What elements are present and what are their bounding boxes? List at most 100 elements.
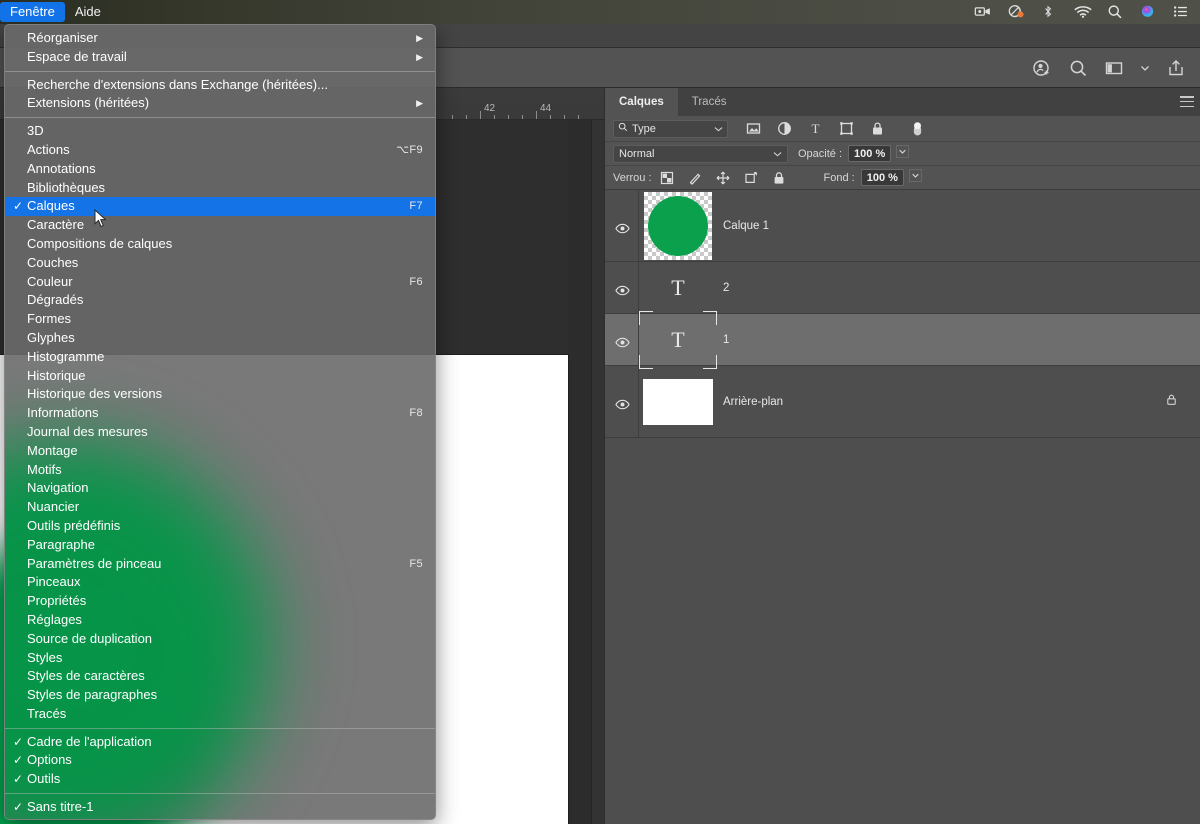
menu-item-3d[interactable]: 3D <box>5 122 435 141</box>
menu-item-actions[interactable]: Actions ⌥F9 <box>5 141 435 160</box>
menu-item-pinceaux[interactable]: Pinceaux <box>5 573 435 592</box>
table-row[interactable]: Calque 1 <box>605 190 1200 262</box>
layer-thumbnail[interactable]: T <box>639 259 717 317</box>
share-export-icon[interactable] <box>1166 58 1186 78</box>
menu-item-caractère[interactable]: Caractère <box>5 216 435 235</box>
type-layer-thumbnail: T <box>671 274 685 300</box>
menu-item-outils[interactable]: ✓ Outils <box>5 770 435 789</box>
layer-visibility-toggle[interactable] <box>605 314 639 365</box>
menu-item-historique[interactable]: Historique <box>5 367 435 386</box>
fill-value[interactable]: 100 % <box>860 169 904 186</box>
menu-item-calques[interactable]: ✓ Calques F7 <box>5 197 435 217</box>
siri-icon[interactable] <box>1139 4 1157 20</box>
table-row[interactable]: Arrière-plan <box>605 366 1200 438</box>
ruler-tick <box>452 115 453 119</box>
menu-item-espace-de-travail[interactable]: Espace de travail ▶ <box>5 48 435 67</box>
menu-item-compositions-de-calques[interactable]: Compositions de calques <box>5 235 435 254</box>
canvas-vertical-scrollbar[interactable] <box>591 120 604 824</box>
menu-item-paragraphe[interactable]: Paragraphe <box>5 536 435 555</box>
menu-item-histogramme[interactable]: Histogramme <box>5 348 435 367</box>
filter-enable-toggle[interactable] <box>911 121 926 136</box>
cleanmymac-icon[interactable] <box>1007 4 1025 20</box>
menu-item-journal-des-mesures[interactable]: Journal des mesures <box>5 423 435 442</box>
bluetooth-icon[interactable] <box>1040 4 1058 20</box>
lock-transparent-pixels-icon[interactable] <box>660 171 674 185</box>
menu-item-annotations[interactable]: Annotations <box>5 160 435 179</box>
add-person-icon[interactable] <box>1032 58 1052 78</box>
smart-object-filter-icon[interactable] <box>870 121 885 136</box>
menu-item-propriétés[interactable]: Propriétés <box>5 592 435 611</box>
opacity-chevron-down-icon[interactable] <box>896 144 910 163</box>
ruler-tick <box>578 115 579 119</box>
shape-layer-filter-icon[interactable] <box>839 121 854 136</box>
search-icon[interactable] <box>1068 58 1088 78</box>
menubar-item-aide[interactable]: Aide <box>65 2 111 22</box>
menu-item-formes[interactable]: Formes <box>5 310 435 329</box>
wifi-icon[interactable] <box>1073 4 1092 20</box>
tab-calques[interactable]: Calques <box>605 88 678 116</box>
layer-visibility-toggle[interactable] <box>605 190 639 261</box>
menu-item-sans-titre-1[interactable]: ✓ Sans titre-1 <box>5 798 435 817</box>
adjustment-layer-filter-icon[interactable] <box>777 121 792 136</box>
fill-chevron-down-icon[interactable] <box>908 168 922 187</box>
menu-item-label: Journal des mesures <box>27 423 148 439</box>
spotlight-search-icon[interactable] <box>1106 4 1124 20</box>
layer-thumbnail[interactable] <box>639 378 717 425</box>
table-row[interactable]: T 1 <box>605 310 1200 369</box>
menu-item-label: Couches <box>27 254 79 270</box>
table-row[interactable]: T 2 <box>605 262 1200 314</box>
workspace-layout-icon[interactable] <box>1104 58 1124 78</box>
hamburger-menu-icon[interactable] <box>1180 96 1194 107</box>
menu-item-informations[interactable]: Informations F8 <box>5 404 435 423</box>
layer-thumbnail[interactable]: T <box>639 310 717 369</box>
menu-item-paramètres-de-pinceau[interactable]: Paramètres de pinceau F5 <box>5 555 435 574</box>
layer-filter-row: Type T <box>605 116 1200 142</box>
filter-type-select[interactable]: Type <box>613 119 728 138</box>
submenu-arrow-icon: ▶ <box>416 33 423 43</box>
menu-item-couleur[interactable]: Couleur F6 <box>5 273 435 292</box>
menu-item-source-de-duplication[interactable]: Source de duplication <box>5 630 435 649</box>
menu-item-tracés[interactable]: Tracés <box>5 705 435 724</box>
menu-separator <box>5 727 435 729</box>
menu-item-styles-de-caractères[interactable]: Styles de caractères <box>5 667 435 686</box>
layer-name[interactable]: Arrière-plan <box>723 396 783 408</box>
screen-record-icon[interactable] <box>974 4 992 20</box>
opacity-value[interactable]: 100 % <box>848 145 892 162</box>
type-layer-filter-icon[interactable]: T <box>808 121 823 136</box>
lock-position-icon[interactable] <box>716 171 730 185</box>
lock-icon[interactable] <box>1165 393 1178 411</box>
lock-image-pixels-icon[interactable] <box>688 171 702 185</box>
menu-item-styles-de-paragraphes[interactable]: Styles de paragraphes <box>5 686 435 705</box>
menu-item-montage[interactable]: Montage <box>5 442 435 461</box>
menu-item-navigation[interactable]: Navigation <box>5 479 435 498</box>
menu-item-dégradés[interactable]: Dégradés <box>5 291 435 310</box>
menu-item-historique-des-versions[interactable]: Historique des versions <box>5 385 435 404</box>
menu-item-glyphes[interactable]: Glyphes <box>5 329 435 348</box>
control-center-icon[interactable] <box>1172 4 1190 20</box>
layer-name[interactable]: 2 <box>723 282 729 294</box>
menu-item-motifs[interactable]: Motifs <box>5 461 435 480</box>
tab-traces[interactable]: Tracés <box>677 88 741 116</box>
menu-item-bibliothèques[interactable]: Bibliothèques <box>5 179 435 198</box>
layer-thumbnail[interactable] <box>639 191 717 260</box>
layer-visibility-toggle[interactable] <box>605 262 639 313</box>
layer-name[interactable]: 1 <box>723 334 729 346</box>
menu-item-recherche-d-extensions-dans-exchange-héritées[interactable]: Recherche d'extensions dans Exchange (hé… <box>5 76 435 95</box>
menu-item-options[interactable]: ✓ Options <box>5 751 435 770</box>
menu-item-nuancier[interactable]: Nuancier <box>5 498 435 517</box>
pixel-layer-filter-icon[interactable] <box>746 121 761 136</box>
chevron-down-icon[interactable] <box>1140 58 1150 78</box>
layer-name[interactable]: Calque 1 <box>723 220 769 232</box>
layer-visibility-toggle[interactable] <box>605 366 639 437</box>
lock-artboard-nesting-icon[interactable] <box>744 171 758 185</box>
menu-item-extensions-héritées[interactable]: Extensions (héritées) ▶ <box>5 94 435 113</box>
menubar-item-fenetre[interactable]: Fenêtre <box>0 2 65 22</box>
blend-mode-select[interactable]: Normal <box>613 144 788 163</box>
lock-all-icon[interactable] <box>772 171 786 185</box>
menu-item-couches[interactable]: Couches <box>5 254 435 273</box>
menu-item-styles[interactable]: Styles <box>5 649 435 668</box>
menu-item-réglages[interactable]: Réglages <box>5 611 435 630</box>
menu-item-outils-prédéfinis[interactable]: Outils prédéfinis <box>5 517 435 536</box>
menu-item-réorganiser[interactable]: Réorganiser ▶ <box>5 29 435 48</box>
menu-item-cadre-de-l-application[interactable]: ✓ Cadre de l'application <box>5 733 435 752</box>
